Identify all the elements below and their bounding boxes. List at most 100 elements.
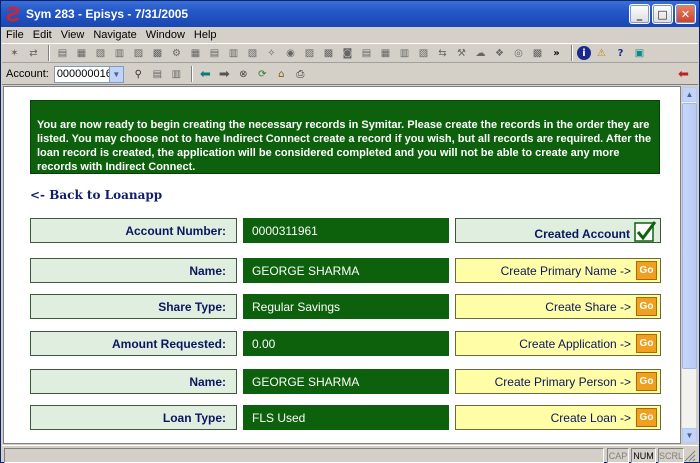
created-account-status: Created Account — [455, 218, 661, 243]
document-icon[interactable]: ▥ — [111, 46, 128, 61]
refresh-icon[interactable]: ⟳ — [254, 67, 271, 82]
create-primary-person-label: Create Primary Person -> — [494, 374, 631, 389]
document-icon[interactable]: ▦ — [73, 46, 90, 61]
loan-type-value: FLS Used — [243, 405, 449, 430]
calculator-icon[interactable]: ▦ — [187, 46, 204, 61]
status-message — [4, 448, 604, 463]
scroll-up-icon[interactable]: ▲ — [682, 87, 697, 102]
scroll-lock-indicator: SCRL — [658, 448, 684, 463]
close-button[interactable]: ✕ — [675, 4, 696, 24]
menu-view[interactable]: View — [61, 29, 85, 41]
menu-edit[interactable]: Edit — [33, 29, 52, 41]
binoculars-icon[interactable]: ⚲ — [130, 67, 147, 82]
instructions-banner: You are now ready to begin creating the … — [30, 100, 660, 174]
camera-icon[interactable]: ◙ — [339, 46, 356, 61]
document-icon[interactable]: ▦ — [377, 46, 394, 61]
account-toolbar: Account: 0000000162 ▼ ⚲ ▤ ▥ ⬅ ➡ ⊗ ⟳ ⌂ ⎙ … — [2, 64, 698, 85]
document-icon[interactable]: ▤ — [358, 46, 375, 61]
create-application-label: Create Application -> — [519, 336, 631, 351]
document-icon[interactable]: ▥ — [168, 67, 185, 82]
tool-icon[interactable]: ⇄ — [25, 46, 42, 61]
app-logo-icon — [5, 6, 21, 22]
status-bar: CAP NUM SCRL — [2, 445, 698, 463]
create-loan-label: Create Loan -> — [550, 410, 631, 425]
main-toolbar: ✶ ⇄ ▤ ▦ ▧ ▥ ▨ ▩ ⚙ ▦ ▤ ▥ ▧ ✧ ◉ ▨ ▩ ◙ ▤ ▦ … — [2, 43, 698, 63]
toolbar-separator — [571, 45, 573, 61]
info-icon[interactable]: i — [577, 46, 591, 60]
checkmark-icon — [634, 220, 657, 242]
name-value: GEORGE SHARMA — [243, 258, 449, 283]
tool-icon[interactable]: ✧ — [263, 46, 280, 61]
account-select[interactable]: 0000000162 ▼ — [53, 65, 124, 83]
menu-file[interactable]: File — [6, 29, 24, 41]
amount-requested-label: Amount Requested: — [30, 331, 237, 356]
exit-arrow-icon[interactable]: ⬅ — [675, 67, 692, 82]
print-icon[interactable]: ⎙ — [292, 67, 309, 82]
document-icon[interactable]: ▥ — [225, 46, 242, 61]
help-icon[interactable]: ? — [612, 46, 629, 61]
create-application-action: Create Application -> Go — [455, 331, 661, 356]
minimize-button[interactable]: _ — [629, 4, 650, 24]
tool-icon[interactable]: ⚙ — [168, 46, 185, 61]
search-document-icon[interactable]: ▤ — [149, 67, 166, 82]
overflow-icon[interactable]: » — [548, 46, 565, 61]
create-share-go-button[interactable]: Go — [636, 297, 657, 316]
home-icon[interactable]: ⌂ — [273, 67, 290, 82]
num-lock-indicator: NUM — [631, 448, 656, 463]
warning-icon[interactable]: ⚠ — [593, 46, 610, 61]
vertical-scrollbar[interactable]: ▲ ▼ — [681, 86, 697, 444]
chevron-down-icon[interactable]: ▼ — [108, 66, 123, 82]
disc-icon[interactable]: ◉ — [282, 46, 299, 61]
title-bar[interactable]: Sym 283 - Episys - 7/31/2005 _ □ ✕ — [1, 1, 699, 27]
tool-icon[interactable]: ❖ — [491, 46, 508, 61]
person-name-value: GEORGE SHARMA — [243, 369, 449, 394]
create-primary-name-go-button[interactable]: Go — [636, 261, 657, 280]
toolbar-separator — [190, 66, 193, 82]
tool-icon[interactable]: ✶ — [6, 46, 23, 61]
back-arrow-icon[interactable]: ⬅ — [197, 67, 214, 82]
back-to-loanapp-link[interactable]: <- Back to Loanapp — [30, 188, 162, 202]
document-icon[interactable]: ▧ — [92, 46, 109, 61]
stop-icon[interactable]: ⊗ — [235, 67, 252, 82]
maximize-button[interactable]: □ — [652, 4, 673, 24]
document-icon[interactable]: ▨ — [130, 46, 147, 61]
disc-icon[interactable]: ◎ — [510, 46, 527, 61]
forward-arrow-icon[interactable]: ➡ — [216, 67, 233, 82]
display-icon[interactable]: ▣ — [631, 46, 648, 61]
menu-window[interactable]: Window — [146, 29, 185, 41]
create-primary-name-action: Create Primary Name -> Go — [455, 258, 661, 283]
scroll-thumb[interactable] — [682, 103, 697, 369]
account-number-label: Account Number: — [30, 218, 237, 243]
create-primary-person-go-button[interactable]: Go — [636, 372, 657, 391]
account-number-value: 0000311961 — [243, 218, 449, 243]
cloud-icon[interactable]: ☁ — [472, 46, 489, 61]
document-icon[interactable]: ▩ — [320, 46, 337, 61]
account-label: Account: — [6, 68, 49, 80]
tool-icon[interactable]: ⇆ — [434, 46, 451, 61]
tool-icon[interactable]: ⚒ — [453, 46, 470, 61]
menu-help[interactable]: Help — [194, 29, 217, 41]
document-icon[interactable]: ▨ — [301, 46, 318, 61]
name-label: Name: — [30, 258, 237, 283]
folder-icon[interactable]: ▤ — [54, 46, 71, 61]
create-loan-action: Create Loan -> Go — [455, 405, 661, 430]
content-area: You are now ready to begin creating the … — [3, 86, 681, 444]
document-icon[interactable]: ▧ — [415, 46, 432, 61]
main-window: Sym 283 - Episys - 7/31/2005 _ □ ✕ File … — [0, 0, 700, 463]
toolbar-separator — [48, 45, 50, 61]
loan-type-label: Loan Type: — [30, 405, 237, 430]
resize-grip-icon[interactable] — [684, 450, 696, 462]
document-icon[interactable]: ▩ — [529, 46, 546, 61]
caps-lock-indicator: CAP — [607, 448, 629, 463]
scroll-down-icon[interactable]: ▼ — [682, 428, 697, 443]
document-icon[interactable]: ▥ — [396, 46, 413, 61]
share-type-label: Share Type: — [30, 294, 237, 319]
create-share-label: Create Share -> — [545, 299, 631, 314]
menu-navigate[interactable]: Navigate — [93, 29, 136, 41]
create-loan-go-button[interactable]: Go — [636, 408, 657, 427]
person-name-label: Name: — [30, 369, 237, 394]
create-application-go-button[interactable]: Go — [636, 334, 657, 353]
document-icon[interactable]: ▤ — [206, 46, 223, 61]
document-icon[interactable]: ▩ — [149, 46, 166, 61]
document-icon[interactable]: ▧ — [244, 46, 261, 61]
